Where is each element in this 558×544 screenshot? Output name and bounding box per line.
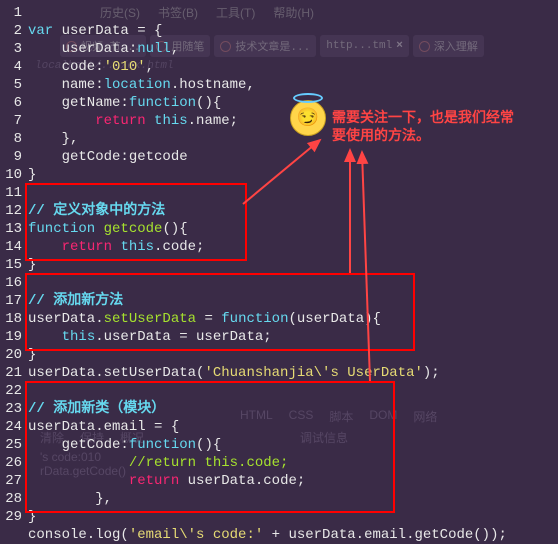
code-line: console.log('email\'s code:' + userData.… bbox=[28, 527, 507, 543]
annotation-box-1 bbox=[25, 183, 247, 261]
code-line: } bbox=[28, 167, 36, 183]
code-line: }, bbox=[28, 131, 78, 147]
annotation-box-3 bbox=[25, 381, 395, 513]
code-line: name:location.hostname, bbox=[28, 77, 255, 93]
code-line: userData:null, bbox=[28, 41, 179, 57]
code-line: code:'010', bbox=[28, 59, 154, 75]
code-line: var userData = { bbox=[28, 23, 162, 39]
annotation-text: 需要关注一下，也是我们经常 要使用的方法。 bbox=[332, 108, 514, 144]
angel-emoji-icon: 😏 bbox=[290, 100, 326, 136]
code-line: return this.name; bbox=[28, 113, 238, 129]
code-line: getCode:getcode bbox=[28, 149, 188, 165]
code-line: getName:function(){ bbox=[28, 95, 221, 111]
code-line: userData.setUserData('Chuanshanjia\'s Us… bbox=[28, 365, 440, 381]
annotation-box-2 bbox=[25, 273, 415, 351]
line-number-gutter: 1 2 3 4 5 6 7 8 9 10 11 12 13 14 15 16 1… bbox=[0, 4, 22, 526]
